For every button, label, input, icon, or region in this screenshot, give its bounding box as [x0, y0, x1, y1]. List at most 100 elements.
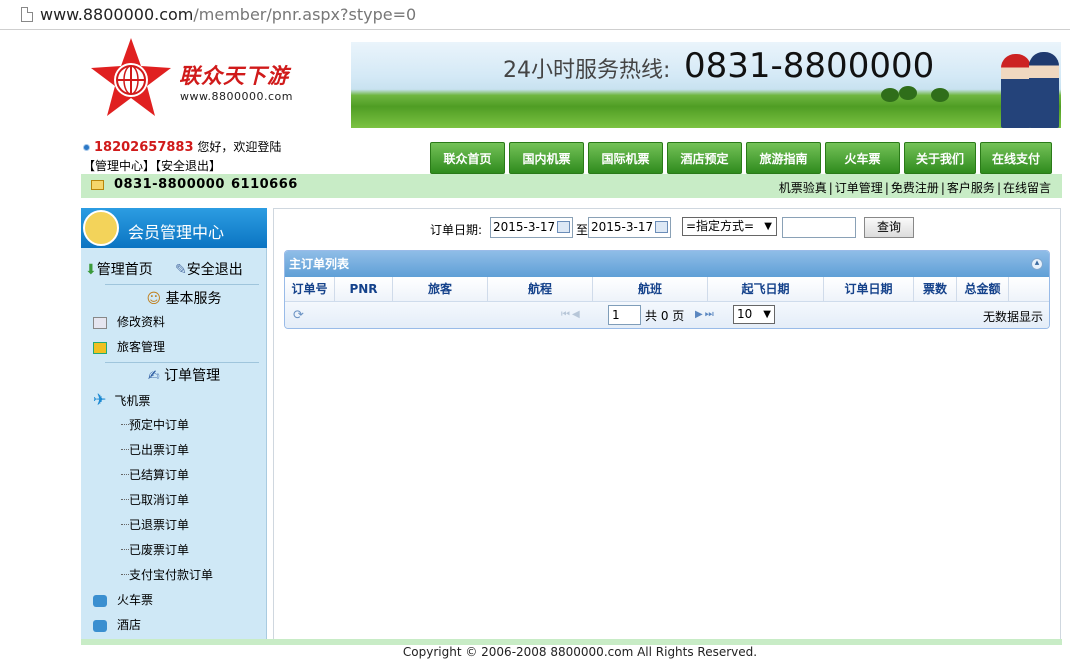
sidebar-item-label: 飞机票 — [114, 394, 151, 408]
envelope-icon — [91, 180, 104, 190]
cube-icon — [93, 619, 107, 632]
red-star-logo-icon — [91, 38, 171, 116]
search-input[interactable] — [782, 217, 856, 238]
sidebar-subitem-settled[interactable]: 已结算订单 — [120, 466, 189, 490]
calendar-icon[interactable] — [557, 221, 570, 233]
address-bar[interactable]: www.8800000.com/member/pnr.aspx?stype=0 — [0, 0, 1070, 30]
id-card-icon — [93, 316, 107, 329]
copyright-text: Copyright © 2006-2008 8800000.com All Ri… — [402, 645, 758, 659]
date-from-input[interactable]: 2015-3-17 — [490, 217, 573, 238]
divider — [105, 284, 259, 285]
column-header[interactable]: 航程 — [488, 277, 593, 301]
date-from-value: 2015-3-17 — [493, 220, 556, 234]
next-last-page-icon[interactable]: ▶⏭ — [695, 309, 716, 320]
link-customer-service[interactable]: 客户服务 — [947, 181, 995, 195]
method-select[interactable]: =指定方式= — [682, 217, 777, 236]
calendar-icon[interactable] — [655, 221, 668, 233]
section-basic-label: 基本服务 — [165, 291, 222, 307]
url-path: /member/pnr.aspx?stype=0 — [193, 5, 417, 24]
user-phone: 18202657883 — [94, 140, 194, 155]
page-size-select[interactable]: 10 — [733, 305, 775, 324]
column-header[interactable]: 总金额 — [957, 277, 1009, 301]
nav-tab-train[interactable]: 火车票 — [825, 142, 900, 174]
bullet-icon — [83, 144, 90, 151]
pen-tool-icon — [83, 210, 119, 246]
sidebar-item-label: 酒店 — [117, 618, 142, 632]
main-content: 订单日期: 2015-3-17 至 2015-3-17 =指定方式= 查询 主订… — [273, 208, 1061, 640]
link-separator: | — [996, 181, 1001, 195]
sidebar-title: 会员管理中心 — [128, 223, 225, 242]
page-total-text: 共 0 页 — [645, 309, 685, 323]
column-header[interactable]: 起飞日期 — [708, 277, 824, 301]
quick-links: 机票验真 | 订单管理 | 免费注册 | 客户服务 | 在线留言 — [778, 179, 1052, 196]
order-filter: 订单日期: 2015-3-17 至 2015-3-17 =指定方式= 查询 — [274, 217, 1062, 239]
column-header[interactable]: 订单号 — [285, 277, 335, 301]
sidebar-subitem-pending[interactable]: 预定中订单 — [120, 416, 189, 440]
greeting-text: 您好，欢迎登陆 — [197, 140, 282, 154]
nav-tab-domestic-flights[interactable]: 国内机票 — [509, 142, 584, 174]
nav-tab-travel-guide[interactable]: 旅游指南 — [746, 142, 821, 174]
column-header[interactable]: PNR — [335, 277, 393, 301]
nav-tab-home[interactable]: 联众首页 — [430, 142, 505, 174]
airplane-icon: ✈ — [93, 390, 107, 409]
order-grid: 主订单列表 ▴ 订单号 PNR 旅客 航程 航班 起飞日期 订单日期 票数 总金… — [284, 250, 1050, 329]
sidebar-subitem-voided[interactable]: 已废票订单 — [120, 541, 189, 565]
user-links: 【管理中心】【安全退出】 — [83, 157, 221, 174]
logout-link[interactable]: 【安全退出】 — [155, 159, 221, 173]
sidebar-subitem-refunded[interactable]: 已退票订单 — [120, 516, 189, 540]
tree-decoration — [899, 86, 917, 100]
sidebar-item-flights[interactable]: ✈ 飞机票 — [93, 390, 150, 414]
sidebar-subitem-issued[interactable]: 已出票订单 — [120, 441, 189, 465]
site-logo[interactable]: 联众天下游 www.8800000.com — [87, 36, 347, 126]
edit-doc-icon: ✎ — [175, 262, 187, 278]
nav-tab-international-flights[interactable]: 国际机票 — [588, 142, 663, 174]
sidebar-item-passengers[interactable]: 旅客管理 — [93, 338, 165, 362]
sidebar-home-link[interactable]: ⬇管理首页 — [85, 259, 153, 279]
link-separator: | — [884, 181, 889, 195]
page-icon — [21, 7, 33, 22]
sidebar-item-train[interactable]: 火车票 — [93, 591, 153, 615]
hotline-label: 24小时服务热线: — [503, 58, 671, 83]
link-separator: | — [828, 181, 833, 195]
section-order-label: 订单管理 — [164, 368, 221, 384]
contact-bar: 0831-8800000 6110666 机票验真 | 订单管理 | 免费注册 | 客户服务… — [81, 174, 1062, 198]
user-group-icon: ☺ — [146, 291, 166, 307]
page-number-input[interactable]: 1 — [608, 305, 641, 325]
sidebar-subitem-cancelled[interactable]: 已取消订单 — [120, 491, 189, 515]
section-order-manage: ✍ 订单管理 — [109, 365, 259, 389]
cube-icon — [93, 594, 107, 607]
nav-tab-about[interactable]: 关于我们 — [904, 142, 976, 174]
refresh-icon[interactable]: ⟳ — [293, 308, 304, 323]
sidebar-subitem-alipay[interactable]: 支付宝付款订单 — [120, 566, 213, 590]
sidebar-item-hotel[interactable]: 酒店 — [93, 616, 141, 640]
grid-header: 订单号 PNR 旅客 航程 航班 起飞日期 订单日期 票数 总金额 — [285, 277, 1049, 302]
url-host: www.8800000.com — [40, 5, 194, 24]
order-edit-icon: ✍ — [147, 368, 165, 384]
sidebar-logout-link[interactable]: ✎安全退出 — [175, 259, 243, 279]
column-header[interactable]: 订单日期 — [824, 277, 914, 301]
first-prev-page-icon[interactable]: ⏮◀ — [561, 309, 582, 320]
link-register[interactable]: 免费注册 — [891, 181, 939, 195]
sidebar-item-label: 火车票 — [117, 593, 154, 607]
link-order-manage[interactable]: 订单管理 — [835, 181, 883, 195]
nav-tab-payment[interactable]: 在线支付 — [980, 142, 1052, 174]
link-ticket-verify[interactable]: 机票验真 — [779, 181, 827, 195]
contact-tel: 0831-8800000 — [114, 177, 225, 192]
sidebar-top-links: ⬇管理首页 ✎安全退出 — [81, 256, 267, 280]
main-nav: 联众首页 国内机票 国际机票 酒店预定 旅游指南 火车票 关于我们 在线支付 — [430, 142, 1052, 174]
tree-decoration — [881, 88, 899, 102]
date-to-input[interactable]: 2015-3-17 — [588, 217, 671, 238]
passenger-icon — [93, 341, 107, 354]
admin-center-link[interactable]: 【管理中心】 — [83, 159, 155, 173]
query-button[interactable]: 查询 — [864, 217, 914, 238]
nav-tab-hotel[interactable]: 酒店预定 — [667, 142, 742, 174]
url-text[interactable]: www.8800000.com/member/pnr.aspx?stype=0 — [40, 5, 416, 24]
attendant-figure — [1029, 52, 1059, 128]
collapse-icon[interactable]: ▴ — [1031, 258, 1043, 270]
sidebar-logout-label: 安全退出 — [186, 262, 243, 278]
column-header[interactable]: 旅客 — [393, 277, 488, 301]
sidebar-item-edit-profile[interactable]: 修改资料 — [93, 313, 165, 337]
column-header[interactable]: 航班 — [593, 277, 708, 301]
column-header[interactable]: 票数 — [914, 277, 957, 301]
link-message[interactable]: 在线留言 — [1003, 181, 1051, 195]
